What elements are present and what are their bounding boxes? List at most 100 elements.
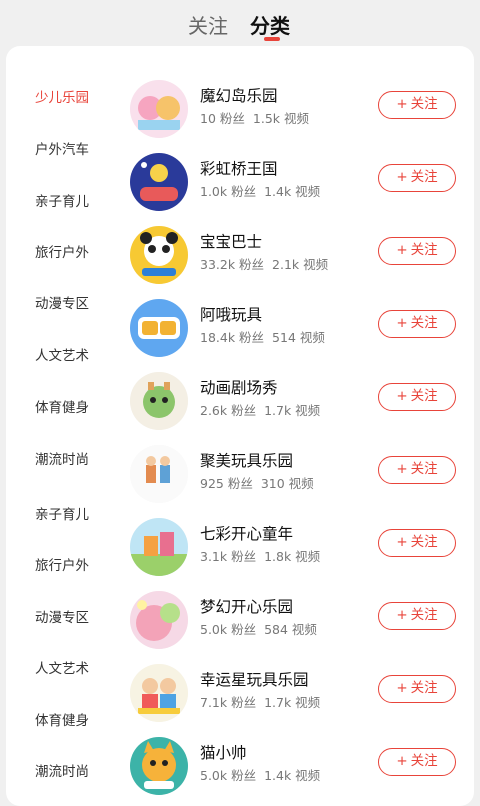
follow-button[interactable]: + 关注 [378, 456, 456, 484]
category-item[interactable]: 动漫专区 [35, 292, 89, 312]
channel-name: 猫小帅 [200, 744, 247, 762]
channel-stats: 2.6k 粉丝 1.7k 视频 [200, 400, 328, 419]
follow-label: 关注 [410, 534, 438, 550]
channel-stats: 10 粉丝 1.5k 视频 [200, 108, 317, 127]
follow-label: 关注 [410, 753, 438, 769]
category-item[interactable]: 人文艺术 [35, 657, 89, 677]
follow-button[interactable]: + 关注 [378, 602, 456, 630]
fans-count: 10 粉丝 [200, 111, 245, 126]
plus-icon: + [396, 461, 408, 477]
channel-name: 阿哦玩具 [200, 306, 263, 324]
video-count: 1.4k 视频 [264, 768, 321, 783]
channel-stats: 3.1k 粉丝 1.8k 视频 [200, 546, 328, 565]
channel-row[interactable]: 动画剧场秀 2.6k 粉丝 1.7k 视频 + 关注 [130, 366, 474, 436]
category-item[interactable]: 潮流时尚 [35, 760, 89, 780]
follow-button[interactable]: + 关注 [378, 91, 456, 119]
follow-label: 关注 [410, 388, 438, 404]
video-count: 310 视频 [260, 476, 314, 491]
channel-avatar [130, 372, 188, 430]
follow-button[interactable]: + 关注 [378, 164, 456, 192]
channel-avatar [130, 591, 188, 649]
follow-button[interactable]: + 关注 [378, 748, 456, 776]
channel-avatar [130, 226, 188, 284]
follow-button[interactable]: + 关注 [378, 310, 456, 338]
follow-label: 关注 [410, 242, 438, 258]
tab-category[interactable]: 分类 [250, 10, 290, 39]
plus-icon: + [396, 534, 408, 550]
channel-avatar [130, 299, 188, 357]
follow-label: 关注 [410, 96, 438, 112]
plus-icon: + [396, 388, 408, 404]
channel-row[interactable]: 聚美玩具乐园 925 粉丝 310 视频 + 关注 [130, 439, 474, 509]
follow-label: 关注 [410, 607, 438, 623]
channel-name: 幸运星玩具乐园 [200, 671, 309, 689]
follow-label: 关注 [410, 169, 438, 185]
channel-avatar [130, 445, 188, 503]
channel-avatar [130, 153, 188, 211]
follow-label: 关注 [410, 461, 438, 477]
channel-name: 魔幻岛乐园 [200, 87, 278, 105]
channel-name: 七彩开心童年 [200, 525, 294, 543]
category-item[interactable]: 潮流时尚 [35, 448, 89, 468]
fans-count: 5.0k 粉丝 [200, 768, 257, 783]
category-item[interactable]: 旅行户外 [35, 554, 89, 574]
channel-row[interactable]: 宝宝巴士 33.2k 粉丝 2.1k 视频 + 关注 [130, 220, 474, 290]
follow-button[interactable]: + 关注 [378, 675, 456, 703]
video-count: 584 视频 [264, 622, 317, 637]
channel-stats: 925 粉丝 310 视频 [200, 473, 322, 492]
category-item[interactable]: 少儿乐园 [35, 86, 89, 106]
channel-avatar [130, 518, 188, 576]
plus-icon: + [396, 96, 408, 112]
video-count: 1.7k 视频 [264, 403, 321, 418]
channel-avatar [130, 664, 188, 722]
plus-icon: + [396, 242, 408, 258]
follow-button[interactable]: + 关注 [378, 529, 456, 557]
category-item[interactable]: 体育健身 [35, 709, 89, 729]
fans-count: 33.2k 粉丝 [200, 257, 265, 272]
channel-name: 彩虹桥王国 [200, 160, 278, 178]
channel-stats: 7.1k 粉丝 1.7k 视频 [200, 692, 328, 711]
channel-row[interactable]: 猫小帅 5.0k 粉丝 1.4k 视频 + 关注 [130, 731, 474, 801]
active-tab-indicator [264, 37, 280, 41]
category-item[interactable]: 体育健身 [35, 396, 89, 416]
fans-count: 5.0k 粉丝 [200, 622, 257, 637]
category-item[interactable]: 动漫专区 [35, 606, 89, 626]
fans-count: 18.4k 粉丝 [200, 330, 265, 345]
follow-button[interactable]: + 关注 [378, 383, 456, 411]
tab-follow[interactable]: 关注 [188, 10, 228, 39]
category-item[interactable]: 旅行户外 [35, 241, 89, 261]
channel-row[interactable]: 魔幻岛乐园 10 粉丝 1.5k 视频 + 关注 [130, 74, 474, 144]
category-sidebar: 少儿乐园 户外汽车 亲子育儿 旅行户外 动漫专区 人文艺术 体育健身 潮流时尚 … [6, 46, 126, 806]
content-panel: 少儿乐园 户外汽车 亲子育儿 旅行户外 动漫专区 人文艺术 体育健身 潮流时尚 … [6, 46, 474, 806]
fans-count: 7.1k 粉丝 [200, 695, 257, 710]
category-item[interactable]: 户外汽车 [35, 138, 89, 158]
follow-button[interactable]: + 关注 [378, 237, 456, 265]
fans-count: 925 粉丝 [200, 476, 253, 491]
channel-row[interactable]: 梦幻开心乐园 5.0k 粉丝 584 视频 + 关注 [130, 585, 474, 655]
channel-row[interactable]: 七彩开心童年 3.1k 粉丝 1.8k 视频 + 关注 [130, 512, 474, 582]
follow-label: 关注 [410, 315, 438, 331]
fans-count: 2.6k 粉丝 [200, 403, 257, 418]
channel-name: 宝宝巴士 [200, 233, 263, 251]
channel-row[interactable]: 幸运星玩具乐园 7.1k 粉丝 1.7k 视频 + 关注 [130, 658, 474, 728]
channel-name: 聚美玩具乐园 [200, 452, 294, 470]
category-item[interactable]: 亲子育儿 [35, 190, 89, 210]
fans-count: 3.1k 粉丝 [200, 549, 257, 564]
channel-stats: 1.0k 粉丝 1.4k 视频 [200, 181, 328, 200]
channel-row[interactable]: 阿哦玩具 18.4k 粉丝 514 视频 + 关注 [130, 293, 474, 363]
video-count: 1.8k 视频 [264, 549, 321, 564]
channel-stats: 33.2k 粉丝 2.1k 视频 [200, 254, 336, 273]
channel-stats: 18.4k 粉丝 514 视频 [200, 327, 333, 346]
plus-icon: + [396, 680, 408, 696]
plus-icon: + [396, 753, 408, 769]
category-item[interactable]: 人文艺术 [35, 344, 89, 364]
category-item[interactable]: 亲子育儿 [35, 503, 89, 523]
follow-label: 关注 [410, 680, 438, 696]
plus-icon: + [396, 607, 408, 623]
fans-count: 1.0k 粉丝 [200, 184, 257, 199]
video-count: 1.7k 视频 [264, 695, 321, 710]
channel-name: 梦幻开心乐园 [200, 598, 294, 616]
plus-icon: + [396, 315, 408, 331]
channel-row[interactable]: 彩虹桥王国 1.0k 粉丝 1.4k 视频 + 关注 [130, 147, 474, 217]
top-tab-bar: 关注 分类 [0, 0, 480, 48]
